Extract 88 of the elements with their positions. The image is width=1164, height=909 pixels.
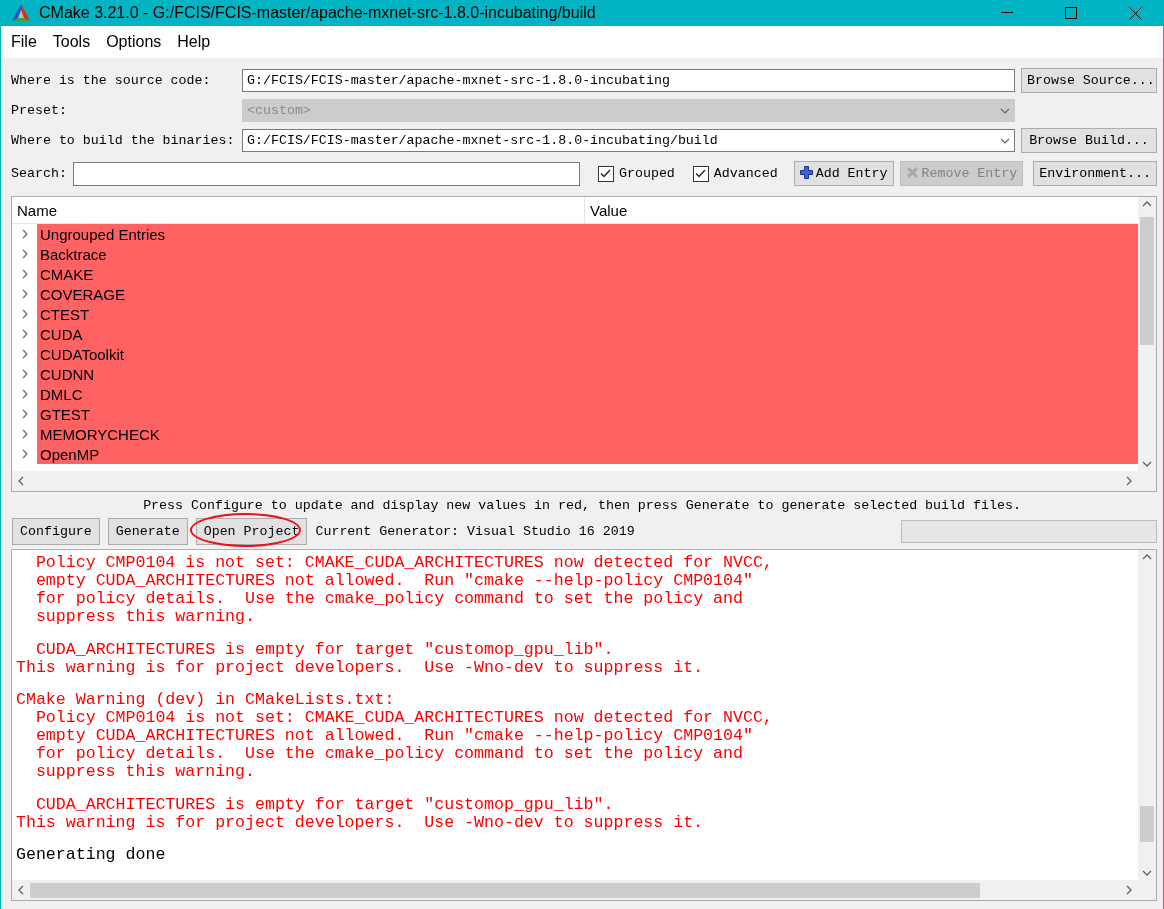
browse-button[interactable]: Browse Source... xyxy=(1021,68,1157,93)
chevron-right-icon[interactable] xyxy=(21,369,28,379)
tree-group-row[interactable]: CUDNN xyxy=(37,364,1138,384)
browse-button[interactable]: Browse Build... xyxy=(1021,128,1157,153)
warning-line: This warning is for project developers. Use -Wno-dev to suppress it. xyxy=(16,813,705,832)
chevron-down-icon xyxy=(1000,137,1010,144)
search-field[interactable] xyxy=(72,161,580,186)
scroll-right-icon[interactable] xyxy=(1126,476,1132,486)
checkbox[interactable] xyxy=(692,165,709,182)
x-icon xyxy=(905,166,919,179)
warning-line: for policy details. Use the cmake_policy command to set the policy and xyxy=(34,745,744,764)
field-label: Preset: xyxy=(11,103,68,118)
tree-group-row[interactable]: CMAKE xyxy=(37,264,1138,284)
field-label: Where is the source code: xyxy=(11,73,212,88)
scroll-down-icon[interactable] xyxy=(1142,870,1152,876)
tree-group-row[interactable]: DMLC xyxy=(37,384,1138,404)
add-entry-button[interactable]: Add Entry xyxy=(793,161,894,186)
chevron-right-icon[interactable] xyxy=(21,249,28,259)
chevron-down-icon xyxy=(1000,107,1010,114)
scroll-down-icon[interactable] xyxy=(1142,461,1152,467)
action-button[interactable]: Generate xyxy=(107,518,188,545)
window-title: CMake 3.21.0 - G:/FCIS/FCIS-master/apache-mxnet-src-1.8.0-incubating/build xyxy=(39,4,597,22)
warning-line: CUDA_ARCHITECTURES is empty for target "customop_gpu_lib". xyxy=(34,795,615,814)
warning-line: for policy details. Use the cmake_policy command to set the policy and xyxy=(34,590,744,609)
scrollbar-thumb[interactable] xyxy=(1140,806,1154,842)
vertical-scrollbar[interactable] xyxy=(1138,197,1156,471)
vertical-scrollbar[interactable] xyxy=(1138,550,1156,880)
action-button[interactable]: Configure xyxy=(12,518,100,545)
chevron-right-icon[interactable] xyxy=(21,429,28,439)
environment-button[interactable]: Environment... xyxy=(1033,161,1157,186)
scrollbar-thumb[interactable] xyxy=(30,882,980,898)
checkbox-label: Grouped xyxy=(619,166,675,181)
scroll-left-icon[interactable] xyxy=(18,476,24,486)
hint-text: Press Configure to update and display new values in red, then press Generate to generate selected build files. xyxy=(142,497,1022,513)
path-combo-box[interactable]: G:/FCIS/FCIS-master/apache-mxnet-src-1.8.0-incubating/build xyxy=(242,129,1015,152)
warning-line: suppress this warning. xyxy=(34,763,256,782)
maximize-icon[interactable] xyxy=(1065,7,1077,19)
column-header[interactable]: Name xyxy=(12,197,585,223)
plus-icon xyxy=(799,166,813,179)
generator-text: Current Generator: Visual Studio 16 2019 xyxy=(315,524,636,539)
horizontal-scrollbar[interactable] xyxy=(12,471,1138,491)
chevron-right-icon[interactable] xyxy=(21,269,28,279)
horizontal-scrollbar[interactable] xyxy=(12,880,1138,900)
menu-item[interactable]: File xyxy=(11,33,44,51)
tree-group-row[interactable]: GTEST xyxy=(37,404,1138,424)
minimize-icon[interactable] xyxy=(1001,12,1013,14)
tree-group-row[interactable]: Backtrace xyxy=(37,244,1138,264)
warning-line: This warning is for project developers. Use -Wno-dev to suppress it. xyxy=(16,658,705,677)
warning-line: empty CUDA_ARCHITECTURES not allowed. Run "cmake --help-policy CMP0104" xyxy=(34,727,754,746)
checkbox-label: Advanced xyxy=(713,166,778,181)
search-label: Search: xyxy=(11,166,67,181)
warning-line: CMake Warning (dev) in CMakeLists.txt: xyxy=(16,691,396,710)
chevron-right-icon[interactable] xyxy=(21,289,28,299)
tree-group-row[interactable]: CUDAToolkit xyxy=(37,344,1138,364)
chevron-right-icon[interactable] xyxy=(21,229,28,239)
chevron-right-icon[interactable] xyxy=(21,309,28,319)
warning-line: Policy CMP0104 is not set: CMAKE_CUDA_ARCHITECTURES now detected for NVCC, xyxy=(34,554,774,573)
column-header[interactable]: Value xyxy=(585,197,1138,223)
menu-item[interactable]: Tools xyxy=(52,33,98,51)
warning-line: Policy CMP0104 is not set: CMAKE_CUDA_ARCHITECTURES now detected for NVCC, xyxy=(34,709,774,728)
chevron-right-icon[interactable] xyxy=(21,329,28,339)
tree-group-row[interactable]: OpenMP xyxy=(37,444,1138,464)
warning-line: empty CUDA_ARCHITECTURES not allowed. Run "cmake --help-policy CMP0104" xyxy=(34,572,754,591)
menu-item[interactable]: Help xyxy=(177,33,218,51)
chevron-right-icon[interactable] xyxy=(21,409,28,419)
path-field[interactable]: G:/FCIS/FCIS-master/apache-mxnet-src-1.8.0-incubating xyxy=(242,69,1015,92)
chevron-right-icon[interactable] xyxy=(21,349,28,359)
tree-group-row[interactable]: CUDA xyxy=(37,324,1138,344)
chevron-right-icon[interactable] xyxy=(21,449,28,459)
tree-group-row[interactable]: CTEST xyxy=(37,304,1138,324)
action-button[interactable]: Open Project xyxy=(195,518,308,545)
chevron-right-icon[interactable] xyxy=(21,389,28,399)
scroll-left-icon[interactable] xyxy=(18,885,24,895)
field-label: Where to build the binaries: xyxy=(11,133,236,148)
tree-group-row[interactable]: MEMORYCHECK xyxy=(37,424,1138,444)
warning-line: suppress this warning. xyxy=(34,608,256,627)
tree-group-row[interactable]: COVERAGE xyxy=(37,284,1138,304)
triangle-logo-icon xyxy=(11,3,31,23)
log-line: Generating done xyxy=(16,846,167,865)
warning-line: CUDA_ARCHITECTURES is empty for target "customop_gpu_lib". xyxy=(34,640,615,659)
scroll-up-icon[interactable] xyxy=(1142,201,1152,207)
scrollbar-thumb[interactable] xyxy=(1140,217,1154,345)
close-icon[interactable] xyxy=(1128,6,1142,20)
tree-group-row[interactable]: Ungrouped Entries xyxy=(37,224,1138,244)
checkbox[interactable] xyxy=(598,165,614,182)
scroll-up-icon[interactable] xyxy=(1142,554,1152,560)
scroll-right-icon[interactable] xyxy=(1126,885,1132,895)
menu-item[interactable]: Options xyxy=(106,33,169,51)
